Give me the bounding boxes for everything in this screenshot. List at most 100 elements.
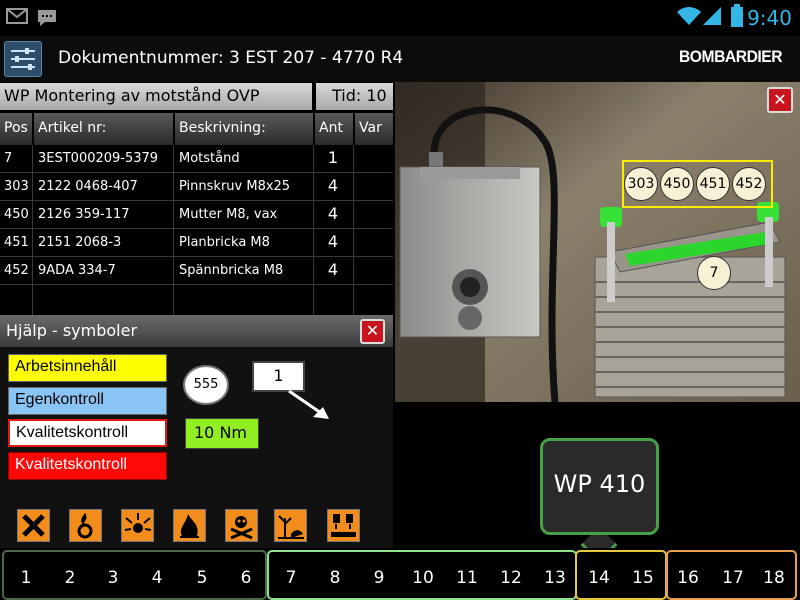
step-button[interactable]: 10 — [403, 558, 443, 598]
step-button[interactable]: 13 — [535, 558, 575, 598]
column-header-qty: Ant — [315, 113, 353, 145]
cell-var — [355, 229, 393, 257]
oxidizing-icon — [69, 509, 102, 542]
cell-article: 2151 2068-3 — [38, 235, 122, 250]
environment-icon — [274, 509, 307, 542]
help-title: Hjälp - symboler — [6, 321, 138, 340]
step-button[interactable]: 1 — [6, 558, 46, 598]
table-row[interactable]: 450 2126 359-117 Mutter M8, vax 4 — [0, 201, 393, 229]
step-group: 16 17 18 — [666, 550, 797, 600]
step-button[interactable]: 11 — [447, 558, 487, 598]
brand-logo: BOMBARDIER — [678, 47, 783, 66]
cell-var — [355, 257, 393, 285]
assembly-photo: 303 450 451 452 7 ✕ — [395, 82, 800, 402]
cell-description: Planbricka M8 — [179, 235, 270, 250]
position-bubble[interactable]: 450 — [660, 167, 694, 201]
step-button[interactable]: 8 — [315, 558, 355, 598]
position-bubble[interactable]: 303 — [624, 167, 658, 201]
table-row[interactable]: 452 9ADA 334-7 Spännbricka M8 4 — [0, 257, 393, 285]
step-button[interactable]: 4 — [137, 558, 177, 598]
gmail-icon — [6, 8, 28, 24]
help-panel: Hjälp - symboler ✕ Arbetsinnehåll Egenko… — [0, 315, 393, 548]
close-icon: ✕ — [773, 90, 787, 109]
close-icon: ✕ — [365, 321, 380, 340]
cell-qty: 4 — [327, 260, 339, 279]
position-bubble[interactable]: 451 — [696, 167, 730, 201]
help-titlebar: Hjälp - symboler ✕ — [0, 315, 393, 347]
step-button[interactable]: 5 — [182, 558, 222, 598]
cell-article: 3EST000209-5379 — [38, 151, 159, 166]
toxic-icon — [225, 509, 258, 542]
legend-quality-check: Kvalitetskontroll — [8, 419, 167, 447]
cell-pos: 303 — [4, 179, 29, 194]
step-button[interactable]: 16 — [668, 558, 708, 598]
cell-var — [355, 173, 393, 201]
column-header-article: Artikel nr: — [34, 113, 173, 145]
work-package-tooltip: WP 410 — [540, 438, 659, 535]
document-title: Dokumentnummer: 3 EST 207 - 4770 R4 — [58, 48, 404, 68]
table-row[interactable]: 7 3EST000209-5379 Motstånd 1 — [0, 145, 393, 173]
cell-pos: 450 — [4, 207, 29, 222]
cell-description: Pinnskruv M8x25 — [179, 179, 291, 194]
photo-image — [395, 82, 800, 402]
arrow-icon — [288, 389, 329, 419]
position-bubble[interactable]: 452 — [732, 167, 766, 201]
battery-icon — [731, 4, 743, 27]
chat-icon — [38, 10, 56, 26]
cell-qty: 4 — [327, 204, 339, 223]
column-header-var: Var — [355, 113, 393, 145]
cell-qty: 1 — [327, 148, 339, 167]
step-button[interactable]: 12 — [491, 558, 531, 598]
step-button[interactable]: 9 — [359, 558, 399, 598]
torque-symbol: 10 Nm — [185, 418, 259, 449]
cell-description: Spännbricka M8 — [179, 263, 284, 278]
cell-description: Mutter M8, vax — [179, 207, 278, 222]
table-row[interactable]: 303 2122 0468-407 Pinnskruv M8x25 4 — [0, 173, 393, 201]
work-time: Tid: 10 — [316, 83, 393, 110]
sliders-icon — [11, 48, 35, 70]
cell-pos: 451 — [4, 235, 29, 250]
cell-qty: 4 — [327, 176, 339, 195]
step-button[interactable]: 3 — [93, 558, 133, 598]
cell-var — [355, 145, 393, 173]
work-package-title: WP Montering av motstånd OVP — [0, 83, 312, 110]
table-row[interactable]: 451 2151 2068-3 Planbricka M8 4 — [0, 229, 393, 257]
step-button[interactable]: 18 — [754, 558, 794, 598]
step-button[interactable]: 7 — [271, 558, 311, 598]
step-group: 1 2 3 4 5 6 — [2, 550, 267, 600]
legend-quality-check-critical: Kvalitetskontroll — [8, 452, 167, 480]
help-close-button[interactable]: ✕ — [360, 319, 385, 344]
signal-icon — [703, 7, 721, 25]
cell-article: 2126 359-117 — [38, 207, 130, 222]
corrosive-icon — [327, 509, 360, 542]
harmful-icon — [17, 509, 50, 542]
step-button[interactable]: 14 — [579, 558, 619, 598]
flammable-icon — [173, 509, 206, 542]
cell-article: 9ADA 334-7 — [38, 263, 116, 278]
legend-work-content: Arbetsinnehåll — [8, 354, 167, 382]
cell-description: Motstånd — [179, 151, 240, 166]
menu-button[interactable] — [4, 41, 42, 77]
position-symbol: 555 — [183, 365, 229, 405]
photo-close-button[interactable]: ✕ — [767, 87, 793, 113]
explosive-icon — [121, 509, 154, 542]
step-button[interactable]: 6 — [226, 558, 266, 598]
cell-article: 2122 0468-407 — [38, 179, 138, 194]
step-button[interactable]: 15 — [623, 558, 663, 598]
status-clock: 9:40 — [747, 6, 792, 30]
cell-var — [355, 201, 393, 229]
step-bar: 1 2 3 4 5 6 7 8 9 10 11 12 13 14 15 16 1… — [0, 548, 800, 600]
position-bubble[interactable]: 7 — [697, 256, 731, 290]
column-header-description: Beskrivning: — [175, 113, 313, 145]
cell-pos: 7 — [4, 151, 13, 166]
app-bar: Dokumentnummer: 3 EST 207 - 4770 R4 BOMB… — [0, 36, 800, 82]
step-group: 7 8 9 10 11 12 13 — [267, 550, 577, 600]
step-group: 14 15 — [575, 550, 667, 600]
status-bar: 9:40 — [0, 0, 800, 36]
tooltip-label: WP 410 — [553, 470, 646, 498]
cell-pos: 452 — [4, 263, 29, 278]
column-header-pos: Pos — [0, 113, 32, 145]
parts-panel: WP Montering av motstånd OVP Tid: 10 Pos… — [0, 83, 393, 315]
step-button[interactable]: 2 — [50, 558, 90, 598]
step-button[interactable]: 17 — [713, 558, 753, 598]
